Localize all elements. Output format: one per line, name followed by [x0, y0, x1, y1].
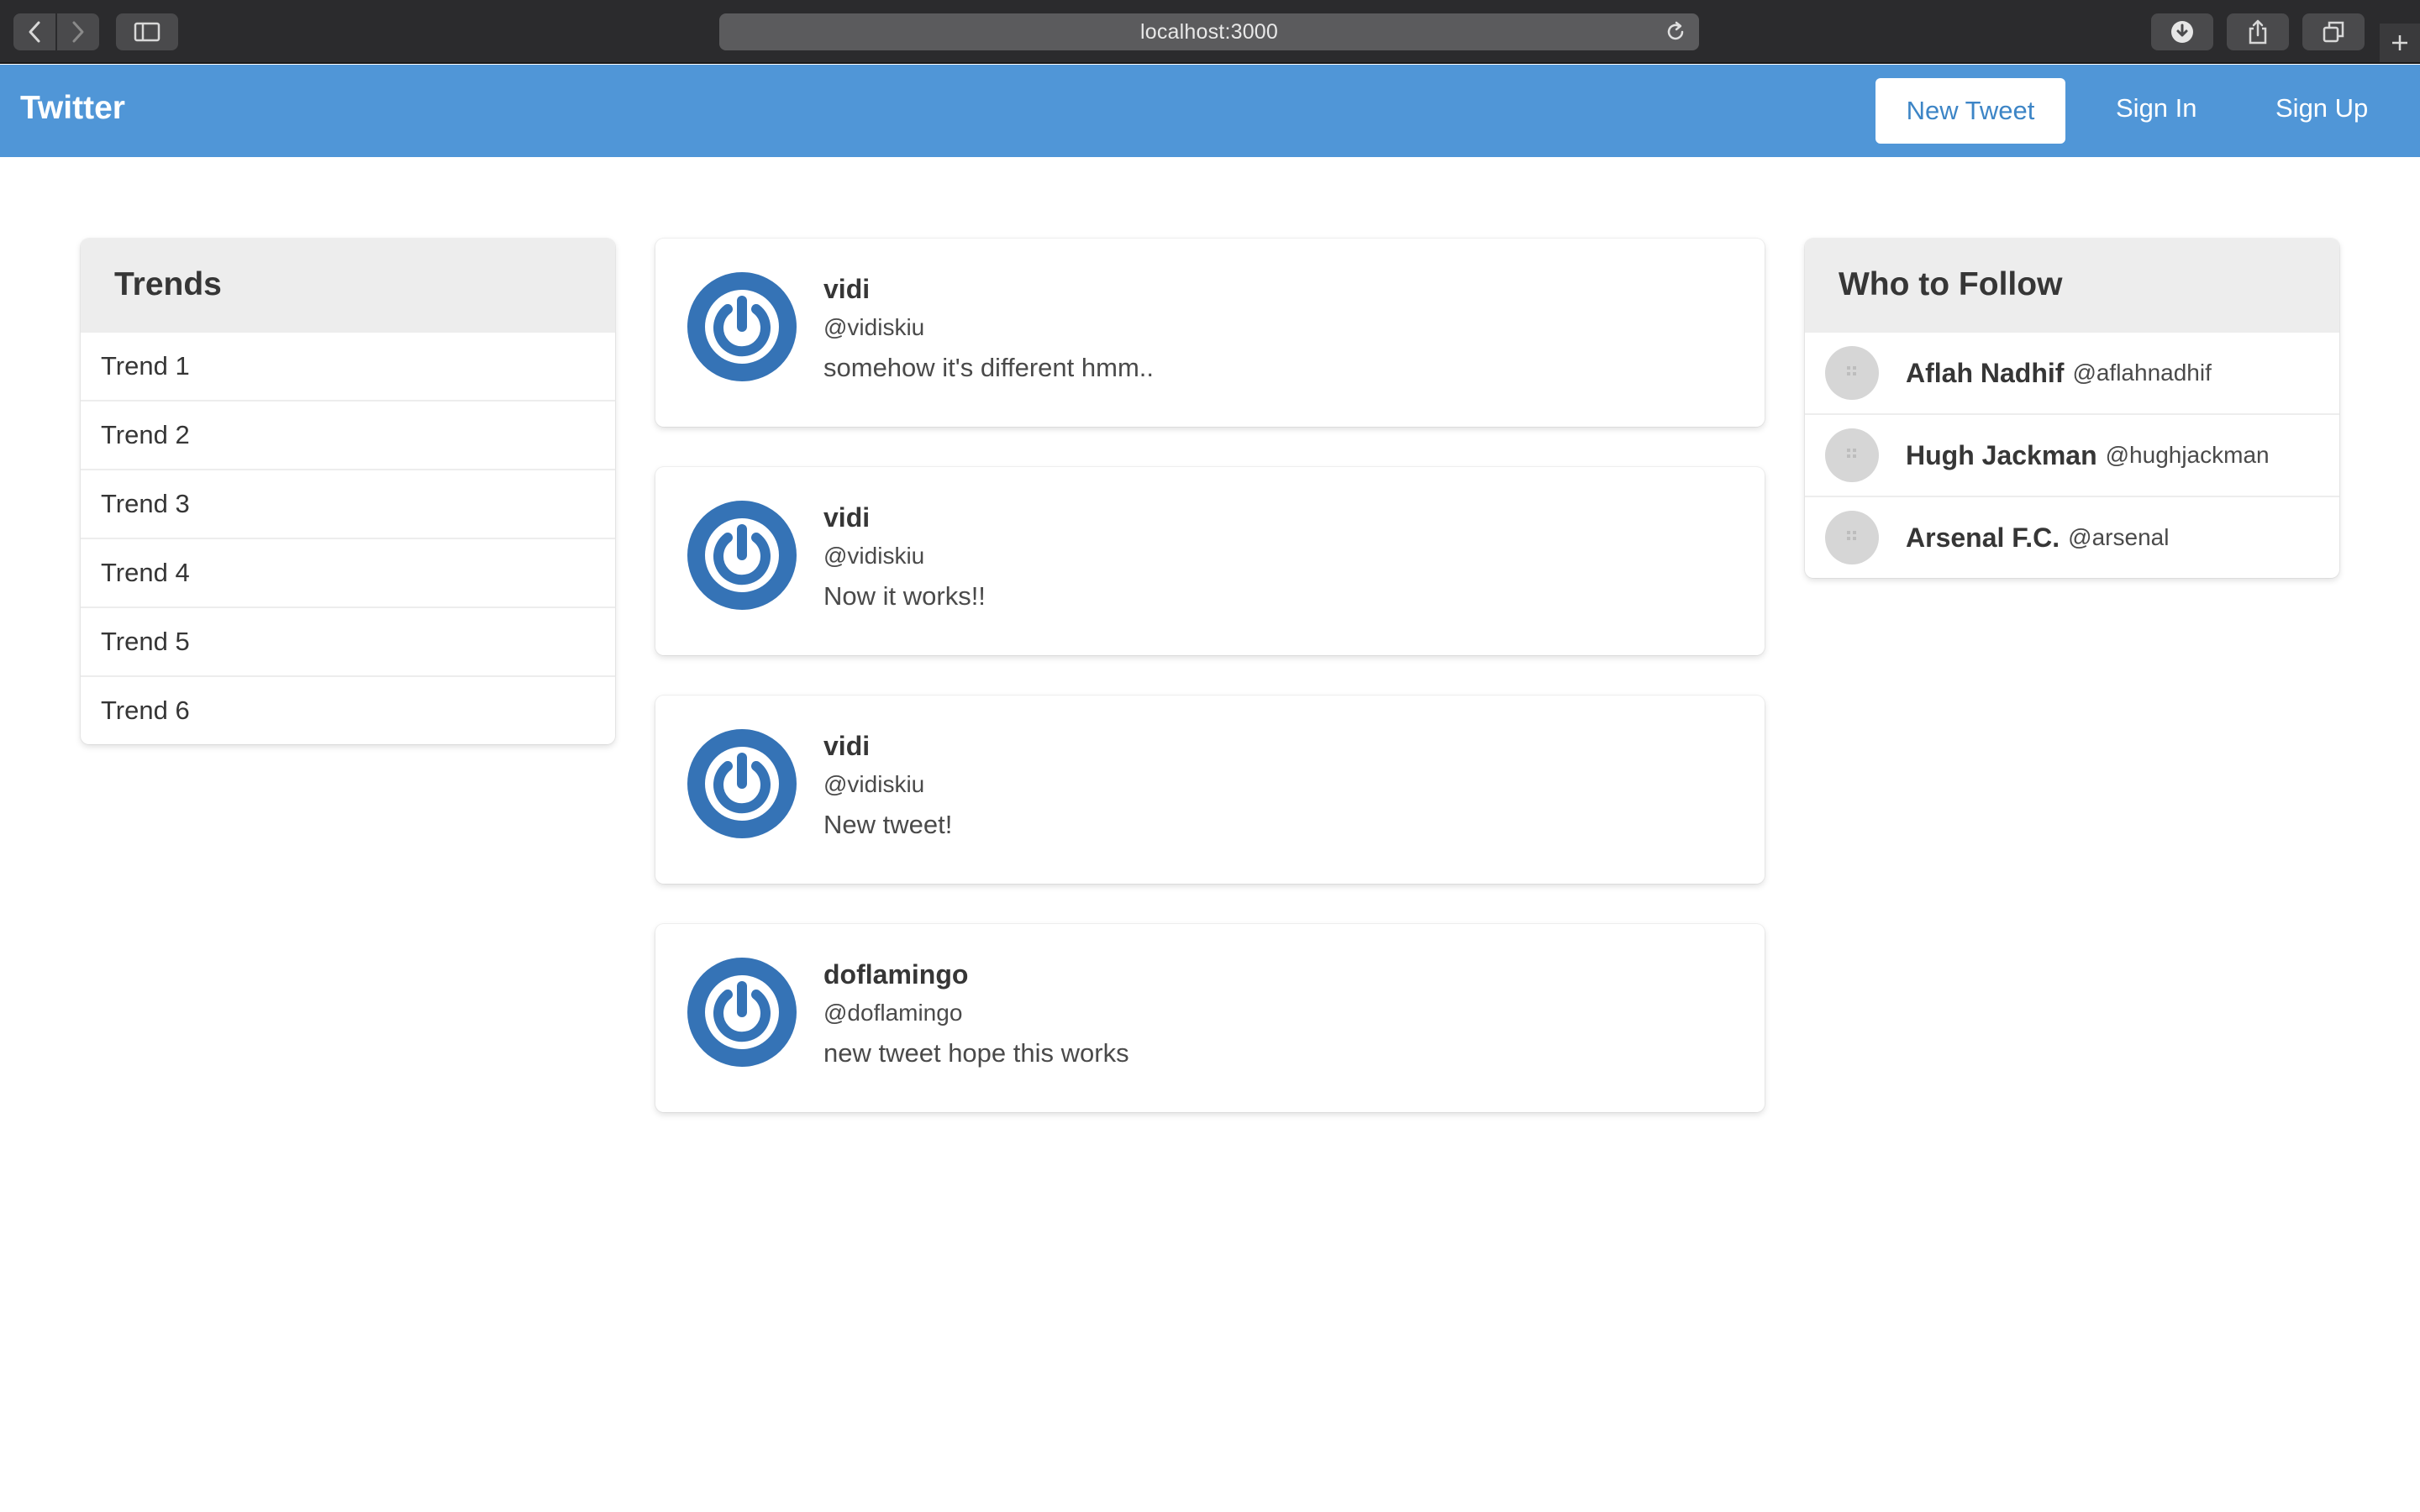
- sidebar-toggle-button[interactable]: [116, 13, 178, 50]
- url-text: localhost:3000: [1139, 19, 1279, 44]
- follow-user-handle[interactable]: @aflahnadhif: [2072, 360, 2211, 386]
- brand-logo[interactable]: Twitter: [20, 90, 125, 127]
- address-bar[interactable]: localhost:3000: [719, 13, 1699, 50]
- share-icon: [2249, 19, 2267, 45]
- tweet-text: New tweet!: [823, 810, 953, 839]
- new-tab-button[interactable]: [2380, 24, 2420, 62]
- tweet-author-name[interactable]: vidi: [823, 502, 986, 543]
- follow-suggestion[interactable]: Aflah Nadhif @aflahnadhif: [1805, 331, 2339, 413]
- follow-user-handle[interactable]: @arsenal: [2068, 524, 2169, 551]
- tabs-icon: [2323, 21, 2344, 43]
- trend-item[interactable]: Trend 2: [81, 400, 615, 469]
- broken-image-icon: [1847, 531, 1856, 540]
- tweet-author-handle[interactable]: @vidiskiu: [823, 314, 1154, 353]
- tweet-text: somehow it's different hmm..: [823, 353, 1154, 382]
- follow-suggestion[interactable]: Arsenal F.C. @arsenal: [1805, 496, 2339, 578]
- follow-user-handle[interactable]: @hughjackman: [2106, 442, 2270, 469]
- follow-user-name[interactable]: Hugh Jackman: [1906, 440, 2097, 471]
- power-avatar-icon: [687, 501, 797, 610]
- trend-item[interactable]: Trend 3: [81, 469, 615, 538]
- follow-user-name[interactable]: Arsenal F.C.: [1906, 522, 2060, 554]
- power-avatar-icon: [687, 729, 797, 838]
- app-navbar: Twitter New Tweet Sign In Sign Up: [0, 65, 2420, 157]
- trend-item[interactable]: Trend 6: [81, 675, 615, 744]
- broken-image-icon: [1847, 366, 1856, 375]
- new-tweet-button[interactable]: New Tweet: [1876, 78, 2065, 144]
- sidebar-icon: [134, 22, 160, 42]
- browser-toolbar: localhost:3000: [0, 0, 2420, 64]
- trend-item[interactable]: Trend 4: [81, 538, 615, 606]
- downloads-button[interactable]: [2151, 13, 2213, 50]
- tweet-text: new tweet hope this works: [823, 1038, 1129, 1068]
- tweet-author-name[interactable]: vidi: [823, 274, 1154, 314]
- follow-suggestion[interactable]: Hugh Jackman @hughjackman: [1805, 413, 2339, 496]
- tweet-text: Now it works!!: [823, 581, 986, 611]
- forward-button[interactable]: [57, 13, 99, 50]
- who-to-follow-panel: Who to Follow Aflah Nadhif @aflahnadhif …: [1805, 239, 2339, 578]
- share-button[interactable]: [2227, 13, 2289, 50]
- tweet-card: doflamingo @doflamingo new tweet hope th…: [655, 924, 1765, 1112]
- tweet-author-name[interactable]: doflamingo: [823, 959, 1129, 1000]
- sign-up-link[interactable]: Sign Up: [2275, 93, 2368, 123]
- trends-heading: Trends: [81, 239, 615, 331]
- tweet-author-name[interactable]: vidi: [823, 731, 952, 771]
- tweet-author-handle[interactable]: @doflamingo: [823, 1000, 1129, 1038]
- trend-item[interactable]: Trend 5: [81, 606, 615, 675]
- avatar: [1825, 346, 1879, 400]
- tab-overview-button[interactable]: [2302, 13, 2365, 50]
- reload-icon[interactable]: [1664, 20, 1687, 44]
- download-icon: [2171, 21, 2193, 43]
- trend-item[interactable]: Trend 1: [81, 331, 615, 400]
- avatar: [1825, 511, 1879, 564]
- tweet-card: vidi @vidiskiu somehow it's different hm…: [655, 239, 1765, 427]
- back-button[interactable]: [13, 13, 55, 50]
- back-icon: [29, 21, 40, 43]
- power-avatar-icon: [687, 272, 797, 381]
- tweet-card: vidi @vidiskiu Now it works!!: [655, 467, 1765, 655]
- tweet-author-handle[interactable]: @vidiskiu: [823, 771, 952, 810]
- new-tab-icon: [2392, 35, 2407, 50]
- sign-in-link[interactable]: Sign In: [2116, 93, 2197, 123]
- who-to-follow-heading: Who to Follow: [1805, 239, 2339, 331]
- broken-image-icon: [1847, 449, 1856, 458]
- avatar: [1825, 428, 1879, 482]
- trends-panel: Trends Trend 1 Trend 2 Trend 3 Trend 4 T…: [81, 239, 615, 744]
- tweet-card: vidi @vidiskiu New tweet!: [655, 696, 1765, 884]
- power-avatar-icon: [687, 958, 797, 1067]
- tweet-author-handle[interactable]: @vidiskiu: [823, 543, 986, 581]
- follow-user-name[interactable]: Aflah Nadhif: [1906, 358, 2064, 389]
- forward-icon: [72, 21, 84, 43]
